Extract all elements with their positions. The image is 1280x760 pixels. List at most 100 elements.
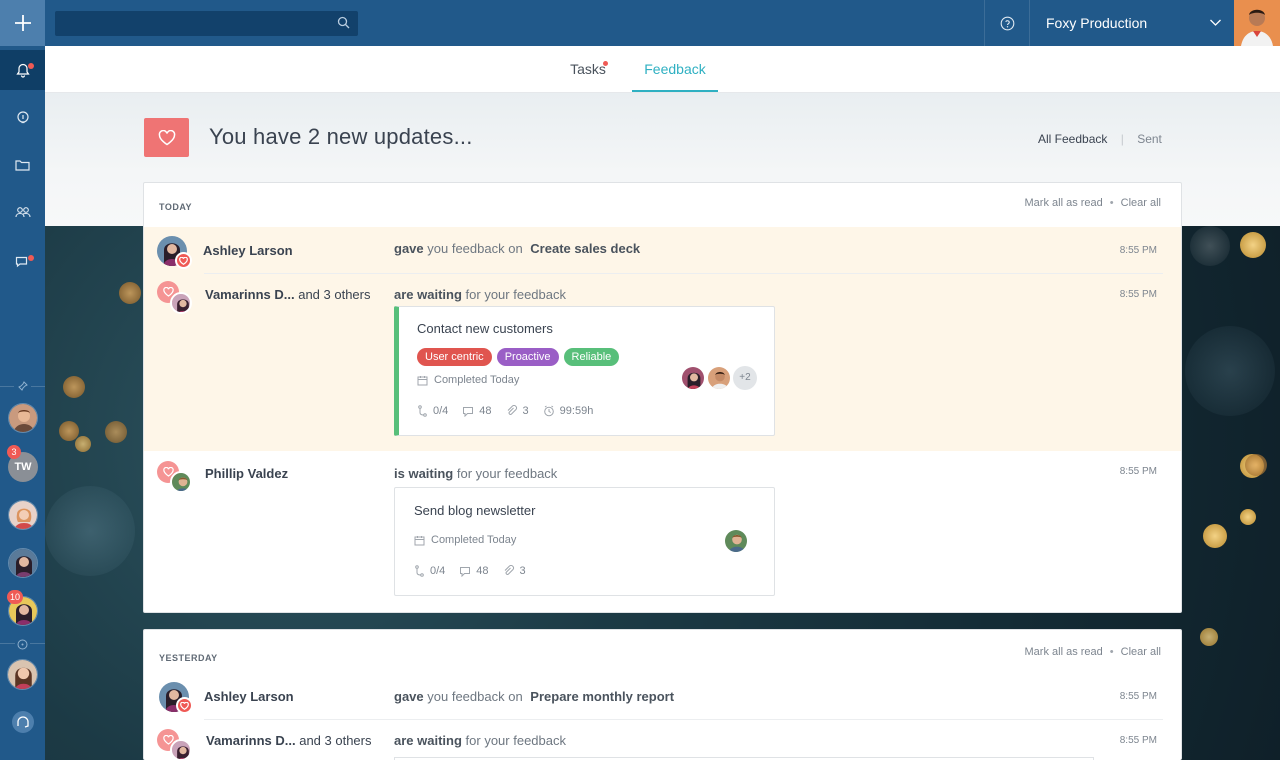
clear-all-link[interactable]: Clear all [1121,197,1161,209]
sender-name[interactable]: Ashley Larson [203,243,293,258]
timestamp: 8:55 PM [1119,691,1157,702]
assignee-avatar [681,366,705,390]
rail-notifications[interactable] [0,50,45,90]
task-card[interactable]: Contact new customers User centric Proac… [394,306,775,436]
lightbulb-icon [16,111,29,124]
task-card[interactable]: Send blog newsletter Completed Today 0/4… [394,487,775,596]
tag-list: User centric Proactive Reliable [417,348,620,366]
unread-dot [603,61,608,66]
tab-label: Tasks [570,61,606,77]
avatar [170,471,192,493]
headset-icon [11,711,34,733]
sender-name[interactable]: Vamarinns D... and 3 others [206,733,372,748]
rail-ideas[interactable] [0,98,45,138]
feedback-text: gave you feedback on Create sales deck [394,241,641,256]
task-stats: 0/4 48 3 99:59h [417,405,607,417]
rail-contact-avatar[interactable] [8,403,38,433]
rail-projects[interactable] [0,145,45,185]
sender-name[interactable]: Phillip Valdez [205,466,288,481]
page-title: You have 2 new updates... [209,124,473,149]
heart-badge [175,252,192,269]
feedback-heart-tile [144,118,189,157]
clear-all-link[interactable]: Clear all [1121,646,1161,658]
tab-label: Feedback [644,61,706,77]
tab-tasks[interactable]: Tasks [563,46,613,92]
feedback-row[interactable]: Ashley Larson gave you feedback on Prepa… [144,674,1181,720]
filter-all-feedback[interactable]: All Feedback [1038,132,1107,146]
task-link[interactable]: Create sales deck [530,241,640,256]
help-button[interactable] [984,0,1030,46]
feedback-text: gave you feedback on Prepare monthly rep… [394,689,675,704]
comment-icon [460,566,471,577]
feedback-row[interactable]: Vamarinns D... and 3 others are waiting … [144,274,1181,451]
comment-icon [463,406,474,417]
feedback-row[interactable]: Ashley Larson gave you feedback on Creat… [144,227,1181,274]
help-icon [1000,16,1014,30]
left-rail: TW 3 10 [0,0,45,760]
subtask-icon [418,405,427,417]
feedback-filter: All Feedback | Sent [1038,132,1162,146]
section-label: TODAY [159,202,193,212]
others-count: and 3 others [299,733,372,748]
section-label: YESTERDAY [159,653,218,663]
mark-all-read-link[interactable]: Mark all as read [1025,646,1103,658]
calendar-icon [414,535,425,545]
workspace-name: Foxy Production [1046,15,1148,31]
filter-sent[interactable]: Sent [1137,132,1162,146]
mark-all-read-link[interactable]: Mark all as read [1025,197,1103,209]
sender-name[interactable]: Vamarinns D... and 3 others [205,287,371,302]
rail-chat[interactable] [0,241,45,281]
timestamp: 8:55 PM [1119,245,1157,256]
rail-contact-avatar[interactable] [8,548,38,578]
section-actions: Mark all as read • Clear all [1024,197,1161,209]
rail-support[interactable] [0,702,45,742]
rail-people[interactable] [0,192,45,232]
assignee-list[interactable] [722,529,748,553]
tab-feedback[interactable]: Feedback [632,46,718,92]
yesterday-section: YESTERDAY Mark all as read • Clear all Ash… [143,629,1182,760]
feedback-row[interactable]: Phillip Valdez is waiting for your feedb… [144,451,1181,613]
search-icon [337,16,350,29]
profile-avatar[interactable] [1234,0,1280,46]
today-section: TODAY Mark all as read • Clear all Ashley … [143,182,1182,613]
assignee-list[interactable]: +2 [679,366,757,390]
current-user-avatar[interactable] [7,659,38,690]
avatar [170,739,192,760]
task-title[interactable]: Contact new customers [417,321,553,336]
folder-icon [15,160,30,171]
calendar-icon [417,375,428,385]
timestamp: 8:55 PM [1119,735,1157,746]
search-input[interactable] [55,11,358,36]
task-link[interactable]: Prepare monthly report [530,689,674,704]
timestamp: 8:55 PM [1119,466,1157,477]
timer-icon [543,405,554,417]
tab-bar: Tasks Feedback [45,46,1280,93]
pin-icon [17,381,28,391]
chevron-down-icon [1210,19,1221,26]
heart-icon [180,701,189,710]
add-button[interactable] [0,0,45,46]
people-icon [14,207,31,218]
tag[interactable]: Reliable [563,348,620,366]
task-stats: 0/4 48 3 [414,565,540,577]
assignee-avatar [707,366,731,390]
heart-icon [158,129,175,145]
assignee-avatar [724,529,748,553]
compass-icon [17,639,28,649]
subtask-icon [415,565,424,577]
more-assignees[interactable]: +2 [733,366,757,390]
workspace-selector[interactable]: Foxy Production [1030,0,1234,46]
attachment-icon [504,565,514,575]
tag[interactable]: Proactive [496,348,559,366]
rail-compass[interactable] [0,630,45,658]
tag[interactable]: User centric [417,348,492,366]
heart-icon [179,256,188,265]
task-title[interactable]: Send blog newsletter [414,503,535,518]
task-status: Completed Today [414,534,516,546]
feedback-row[interactable]: Vamarinns D... and 3 others are waiting … [144,720,1181,760]
attachment-icon [507,405,517,415]
sender-name[interactable]: Ashley Larson [204,689,294,704]
plus-icon [14,15,31,31]
heart-badge [176,697,193,714]
rail-contact-avatar[interactable] [8,500,38,530]
